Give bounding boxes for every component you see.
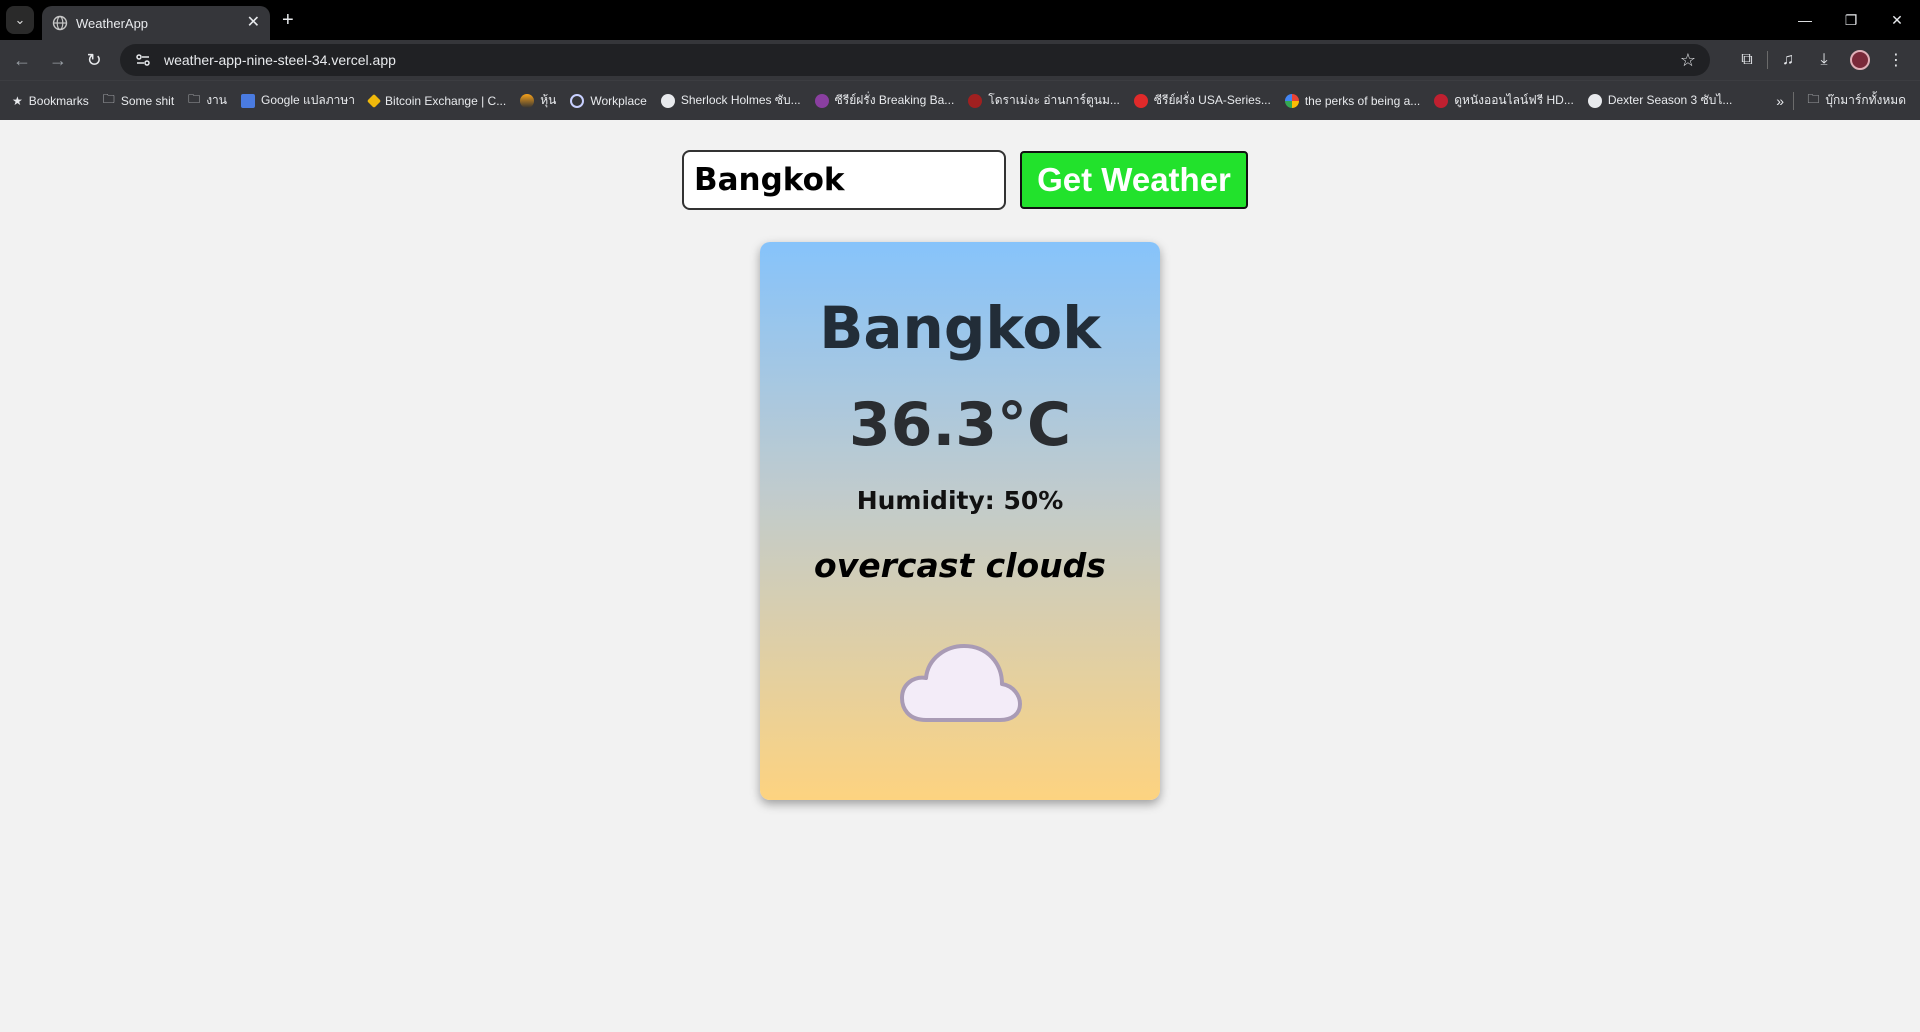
bookmarks-bar: ★ Bookmarks 🗀 Some shit 🗀 งาน Google แปลภาษ…: [0, 80, 1920, 120]
bookmark-label: โดราเม่งะ อ่านการ์ตูนม...: [988, 93, 1120, 107]
bookmark-item[interactable]: Bitcoin Exchange | C...: [366, 93, 507, 108]
back-icon[interactable]: ←: [4, 42, 40, 78]
bookmark-item[interactable]: Sherlock Holmes ซับ...: [660, 91, 801, 110]
weather-description: overcast clouds: [814, 546, 1106, 585]
google-icon: [1284, 93, 1299, 108]
browser-chrome: ⌄ WeatherApp ✕ + — ❐ ✕ ← → ↻ weather-app…: [0, 0, 1920, 120]
bookmark-label: งาน: [206, 93, 227, 107]
forward-icon[interactable]: →: [40, 42, 76, 78]
bookmark-label: หุ้น: [540, 93, 557, 107]
site-info-icon[interactable]: [134, 51, 152, 69]
folder-icon: 🗀: [102, 92, 115, 106]
stock-icon: [520, 93, 535, 108]
bookmark-item[interactable]: ซีรีย์ฝรั่ง Breaking Ba...: [814, 91, 955, 110]
more-bookmarks-icon[interactable]: »: [1776, 93, 1784, 109]
site-icon: [814, 93, 829, 108]
bookmark-item[interactable]: the perks of being a...: [1284, 93, 1421, 108]
binance-icon: [366, 93, 382, 108]
bookmark-folder[interactable]: 🗀 Some shit: [103, 90, 174, 111]
bookmark-item[interactable]: โดราเม่งะ อ่านการ์ตูนม...: [968, 91, 1120, 110]
close-tab-icon[interactable]: ✕: [247, 15, 260, 31]
bookmark-label: ซีรีย์ฝรั่ง Breaking Ba...: [834, 93, 955, 107]
city-name: Bangkok: [819, 294, 1101, 362]
tab-title: WeatherApp: [76, 15, 149, 31]
close-window-icon[interactable]: ✕: [1874, 0, 1920, 40]
bookmark-label: Some shit: [120, 93, 175, 108]
all-bookmarks-folder[interactable]: 🗀 บุ๊กมาร์กทั้งหมด: [1807, 90, 1906, 111]
minimize-icon[interactable]: —: [1782, 0, 1828, 40]
star-icon: ★: [12, 93, 23, 108]
bookmark-label: Workplace: [590, 93, 647, 108]
bookmark-label: บุ๊กมาร์กทั้งหมด: [1825, 93, 1906, 107]
url-text: weather-app-nine-steel-34.vercel.app: [164, 52, 396, 68]
bookmarks-divider: [1793, 91, 1794, 110]
search-row: Get Weather: [682, 150, 1248, 210]
globe-icon: [660, 93, 675, 108]
bookmark-item[interactable]: Workplace: [570, 93, 647, 108]
weather-icon: [896, 636, 1026, 726]
site-icon: [1133, 93, 1148, 108]
bookmark-item[interactable]: หุ้น: [520, 91, 556, 110]
cloud-icon: [900, 644, 1022, 722]
bookmark-label: Dexter Season 3 ซับไ...: [1607, 93, 1733, 107]
bookmark-item[interactable]: ดูหนังออนไลน์ฟรี HD...: [1434, 91, 1574, 110]
weather-card: Bangkok 36.3°C Humidity: 50% overcast cl…: [760, 242, 1160, 800]
folder-icon: 🗀: [188, 92, 201, 106]
bookmark-label: Bitcoin Exchange | C...: [385, 93, 507, 108]
site-icon: [1434, 93, 1449, 108]
bookmark-label: Google แปลภาษา: [261, 93, 356, 107]
globe-icon: [1587, 93, 1602, 108]
restore-icon[interactable]: ❐: [1828, 0, 1874, 40]
media-control-icon[interactable]: ♫: [1770, 44, 1806, 76]
temperature: 36.3°C: [848, 390, 1072, 460]
profile-avatar[interactable]: [1842, 44, 1878, 76]
bookmark-item[interactable]: Google แปลภาษา: [241, 91, 355, 110]
download-icon[interactable]: ⤓: [1806, 44, 1842, 76]
address-bar[interactable]: weather-app-nine-steel-34.vercel.app ☆: [120, 44, 1710, 76]
workplace-icon: [570, 93, 585, 108]
new-tab-icon[interactable]: +: [282, 10, 294, 30]
bookmark-label: Sherlock Holmes ซับ...: [680, 93, 801, 107]
bookmark-item[interactable]: ซีรีย์ฝรั่ง USA-Series...: [1133, 91, 1271, 110]
toolbar-divider: [1767, 51, 1768, 69]
bookmark-item[interactable]: Dexter Season 3 ซับไ...: [1587, 91, 1733, 110]
site-icon: [968, 93, 983, 108]
extensions-icon[interactable]: ⧉: [1729, 44, 1765, 76]
bookmark-label: ซีรีย์ฝรั่ง USA-Series...: [1153, 93, 1271, 107]
bookmark-label: ดูหนังออนไลน์ฟรี HD...: [1454, 93, 1574, 107]
tab-weatherapp[interactable]: WeatherApp ✕: [42, 6, 270, 40]
weather-app: Get Weather Bangkok 36.3°C Humidity: 50%…: [0, 120, 1920, 1032]
title-bar: ⌄ WeatherApp ✕ + — ❐ ✕: [0, 0, 1920, 40]
browser-toolbar: ← → ↻ weather-app-nine-steel-34.vercel.a…: [0, 40, 1920, 80]
translate-icon: [241, 93, 255, 108]
avatar: [1850, 50, 1870, 70]
folder-icon: 🗀: [1807, 92, 1820, 106]
menu-kebab-icon[interactable]: ⋮: [1878, 44, 1914, 76]
reload-icon[interactable]: ↻: [76, 42, 112, 78]
bookmark-folder[interactable]: 🗀 งาน: [188, 90, 227, 111]
window-controls: — ❐ ✕: [1782, 0, 1920, 40]
bookmark-star-icon[interactable]: ☆: [1680, 50, 1696, 71]
bookmark-label: the perks of being a...: [1304, 93, 1421, 108]
globe-icon: [52, 15, 68, 31]
humidity: Humidity: 50%: [856, 486, 1064, 515]
tab-search-icon[interactable]: ⌄: [6, 6, 34, 34]
bookmark-label: Bookmarks: [28, 93, 89, 108]
bookmark-item[interactable]: ★ Bookmarks: [12, 94, 89, 108]
get-weather-button[interactable]: Get Weather: [1020, 151, 1248, 209]
toolbar-actions: ⧉ ♫ ⤓ ⋮: [1729, 44, 1914, 76]
city-search-input[interactable]: [682, 150, 1006, 210]
